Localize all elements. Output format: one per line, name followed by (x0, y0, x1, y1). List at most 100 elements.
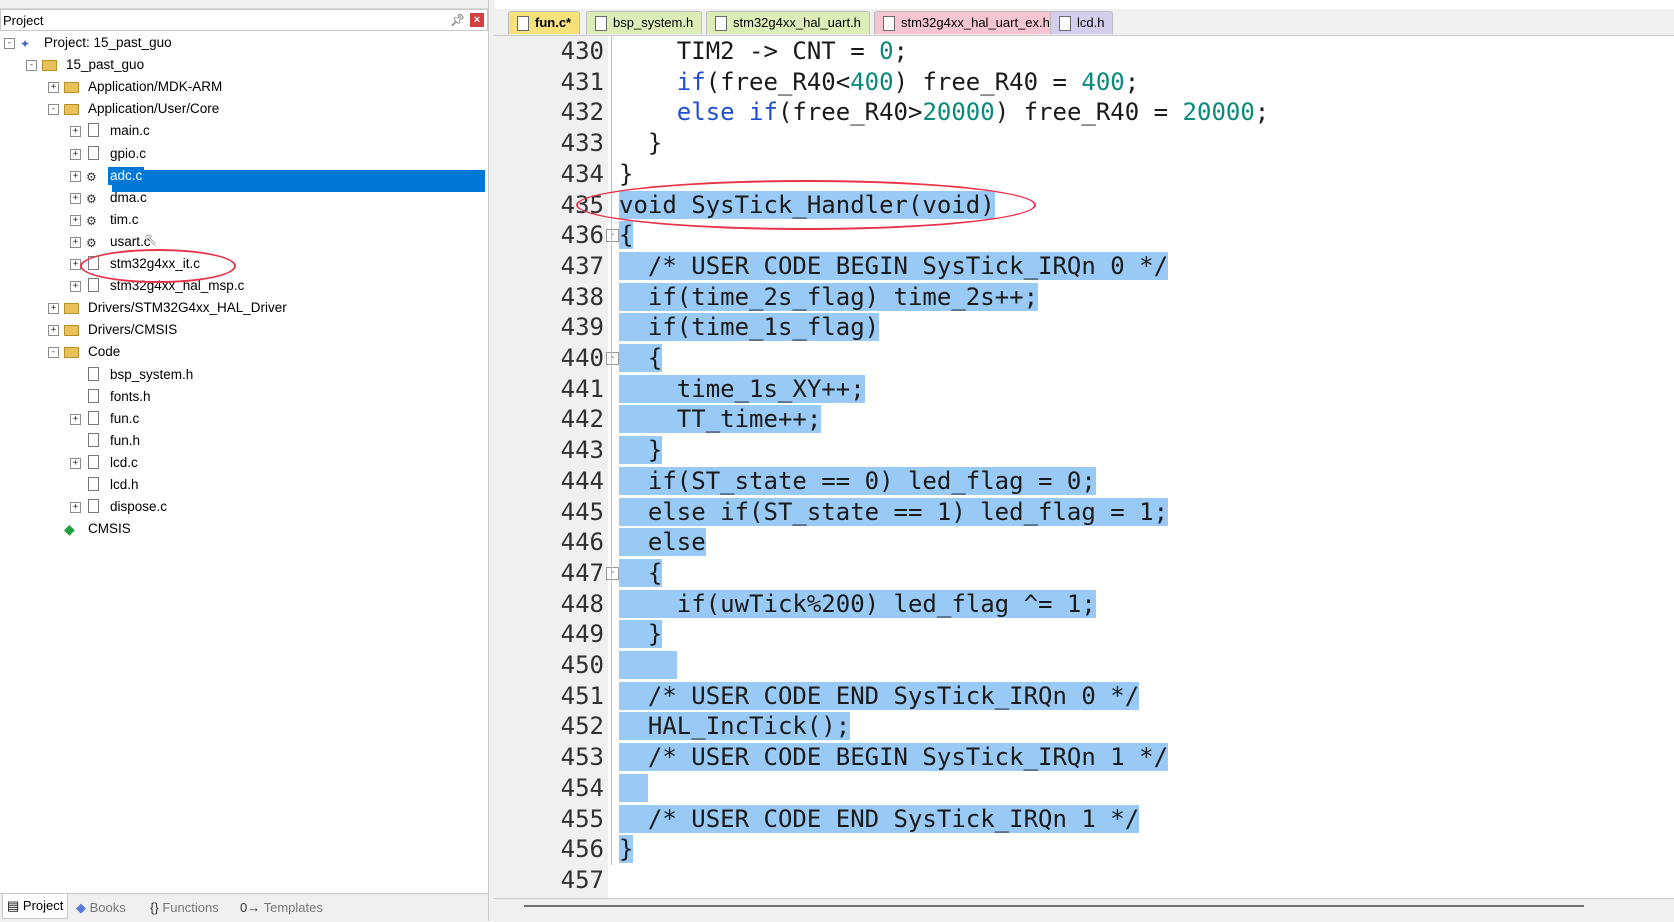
code-line[interactable]: HAL_IncTick(); (619, 711, 851, 741)
editor-tab[interactable]: lcd.h (1050, 11, 1114, 34)
tree-item[interactable]: + Drivers/STM32G4xx_HAL_Driver (0, 298, 488, 318)
editor-tab[interactable]: bsp_system.h (586, 11, 703, 34)
code-text: if(uwTick%200) led_flag ^= 1; (619, 589, 1096, 618)
tab-project[interactable]: ▤ Project (2, 894, 69, 919)
file-settings-icon: ⚙ (86, 235, 97, 250)
tree-item[interactable]: + fun.c (0, 409, 488, 429)
tree-item[interactable]: + dispose.c (0, 497, 488, 517)
code-editor[interactable]: 430 TIM2 -> CNT = 0; 431 if(free_R40<400)… (494, 36, 1674, 898)
tree-item[interactable]: - 15_past_guo (0, 55, 488, 75)
expand-icon[interactable]: + (70, 413, 81, 425)
tree-item[interactable]: + ⚙ usart.c (0, 232, 488, 252)
tree-item[interactable]: + main.c (0, 121, 488, 141)
file-settings-icon: ⚙ (86, 169, 97, 184)
tree-item-label: Drivers/STM32G4xx_HAL_Driver (88, 300, 287, 316)
tree-item[interactable]: + stm32g4xx_it.c (0, 254, 488, 274)
component-icon: ◆ (64, 521, 75, 538)
tree-item[interactable]: lcd.h (0, 475, 488, 495)
code-line[interactable]: /* USER CODE BEGIN SysTick_IRQn 0 */ (619, 251, 1169, 281)
tree-item[interactable]: - ✦ Project: 15_past_guo (0, 33, 488, 53)
code-line[interactable]: } (619, 159, 633, 189)
code-line[interactable]: if(time_1s_flag) (619, 312, 880, 342)
code-text: time_1s_XY++; (619, 374, 865, 403)
tab-templates[interactable]: 0→ Templates (240, 898, 323, 918)
code-line[interactable]: } (619, 834, 634, 864)
tree-item-label: dma.c (110, 189, 147, 205)
code-line[interactable]: TT_time++; (619, 404, 822, 434)
collapse-icon[interactable]: - (4, 38, 15, 49)
expand-icon[interactable]: + (70, 502, 81, 514)
code-line[interactable]: } (619, 619, 663, 649)
tree-item[interactable]: + ⚙ tim.c (0, 210, 488, 230)
close-icon[interactable]: × (470, 13, 484, 27)
tab-books[interactable]: ◆ Books (76, 898, 126, 918)
code-line[interactable]: { (619, 220, 634, 250)
tree-item[interactable]: fonts.h (0, 387, 488, 407)
code-text: TIM2 -> CNT = 0; (619, 37, 908, 65)
editor-tab[interactable]: stm32g4xx_hal_uart_ex.h (874, 11, 1059, 34)
code-line[interactable] (619, 773, 648, 803)
project-bottom-tabs: ▤ Project ◆ Books {} Functions 0→ Templa… (0, 893, 488, 922)
tree-item[interactable]: + ⚙ dma.c (0, 188, 488, 208)
tree-item-label: lcd.c (110, 454, 138, 470)
tab-books-label: Books (89, 900, 126, 915)
code-line[interactable]: /* USER CODE BEGIN SysTick_IRQn 1 */ (619, 742, 1169, 772)
editor-tab[interactable]: fun.c* (508, 11, 581, 34)
tree-item[interactable]: - Code (0, 342, 488, 362)
tree-item[interactable]: ◆ CMSIS (0, 519, 488, 539)
tree-item[interactable]: + lcd.c (0, 453, 488, 473)
pin-icon[interactable]: 📌︎ (450, 13, 465, 27)
code-line[interactable]: else if(free_R40>20000) free_R40 = 20000… (619, 97, 1269, 127)
expand-icon[interactable]: + (70, 214, 81, 226)
scrollbar-thumb[interactable] (524, 905, 1584, 907)
code-line[interactable]: if(ST_state == 0) led_flag = 0; (619, 466, 1096, 496)
collapse-icon[interactable]: - (48, 347, 59, 359)
code-line[interactable]: if(free_R40<400) free_R40 = 400; (619, 67, 1139, 97)
expand-icon[interactable]: + (48, 325, 59, 337)
folder-icon (64, 101, 80, 117)
tree-item[interactable]: + stm32g4xx_hal_msp.c (0, 276, 488, 296)
code-line[interactable]: else (619, 527, 706, 557)
expand-icon[interactable]: + (48, 82, 59, 94)
code-line[interactable]: /* USER CODE END SysTick_IRQn 0 */ (619, 681, 1140, 711)
expand-icon[interactable]: + (48, 303, 59, 315)
expand-icon[interactable]: + (70, 457, 81, 469)
collapse-icon[interactable]: - (48, 104, 59, 116)
fold-collapse-icon[interactable]: - (606, 229, 619, 243)
code-line[interactable]: } (619, 435, 663, 465)
code-line[interactable]: { (619, 558, 663, 588)
line-number: 442 (560, 405, 604, 434)
tree-item[interactable]: + gpio.c (0, 144, 488, 164)
expand-icon[interactable]: + (70, 148, 81, 160)
expand-icon[interactable]: + (70, 170, 81, 182)
file-icon (86, 410, 102, 427)
tree-item-label: Application/MDK-ARM (88, 79, 223, 95)
tree-item[interactable]: + Application/MDK-ARM (0, 77, 488, 97)
code-line[interactable]: if(time_2s_flag) time_2s++; (619, 282, 1039, 312)
code-line[interactable] (619, 650, 677, 680)
code-line[interactable]: else if(ST_state == 1) led_flag = 1; (619, 497, 1169, 527)
line-number: 437 (560, 251, 604, 280)
tree-item[interactable]: fun.h (0, 431, 488, 451)
collapse-icon[interactable]: - (26, 60, 37, 72)
tree-item[interactable]: bsp_system.h (0, 365, 488, 385)
code-line[interactable]: time_1s_XY++; (619, 374, 865, 404)
tree-item[interactable]: + Drivers/CMSIS (0, 320, 488, 340)
annotation-circle (576, 179, 1036, 230)
expand-icon[interactable]: + (70, 281, 81, 293)
code-line[interactable]: if(uwTick%200) led_flag ^= 1; (619, 589, 1096, 619)
code-line[interactable]: } (619, 128, 662, 158)
code-line[interactable]: /* USER CODE END SysTick_IRQn 1 */ (619, 804, 1140, 834)
fold-collapse-icon[interactable]: - (606, 566, 619, 580)
code-line[interactable]: { (619, 343, 663, 373)
expand-icon[interactable]: + (70, 236, 81, 248)
expand-icon[interactable]: + (70, 192, 81, 204)
editor-tab[interactable]: stm32g4xx_hal_uart.h (706, 11, 870, 34)
tree-item[interactable]: + ⚙ adc.c (0, 166, 488, 186)
expand-icon[interactable]: + (70, 126, 81, 138)
tab-functions[interactable]: {} Functions (150, 898, 219, 918)
code-line[interactable]: TIM2 -> CNT = 0; (619, 36, 908, 66)
fold-collapse-icon[interactable]: - (606, 352, 619, 365)
tree-item[interactable]: - Application/User/Core (0, 99, 488, 119)
horizontal-scrollbar[interactable] (494, 898, 1674, 922)
